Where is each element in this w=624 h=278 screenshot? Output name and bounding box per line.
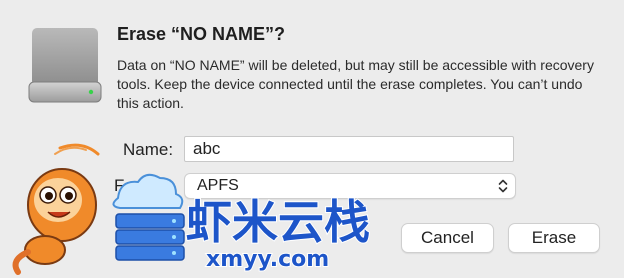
erase-button[interactable]: Erase — [508, 223, 600, 253]
watermark-url: xmyy.com — [206, 247, 329, 272]
watermark-title: 虾米云栈 — [186, 195, 370, 249]
shrimp-mascot-icon — [12, 143, 100, 275]
erase-dialog: Erase “NO NAME”? Data on “NO NAME” will … — [0, 0, 624, 278]
format-label: Format: — [114, 176, 173, 195]
cancel-button[interactable]: Cancel — [401, 223, 494, 253]
dialog-title: Erase “NO NAME”? — [117, 24, 286, 44]
dialog-message: Data on “NO NAME” will be deleted, but m… — [117, 57, 594, 111]
format-select[interactable]: APFS — [184, 173, 516, 199]
chevron-up-down-icon — [498, 179, 508, 193]
name-label: Name: — [123, 140, 174, 159]
external-drive-icon — [28, 28, 102, 103]
name-input[interactable] — [184, 136, 514, 162]
format-selected-value: APFS — [197, 177, 239, 194]
